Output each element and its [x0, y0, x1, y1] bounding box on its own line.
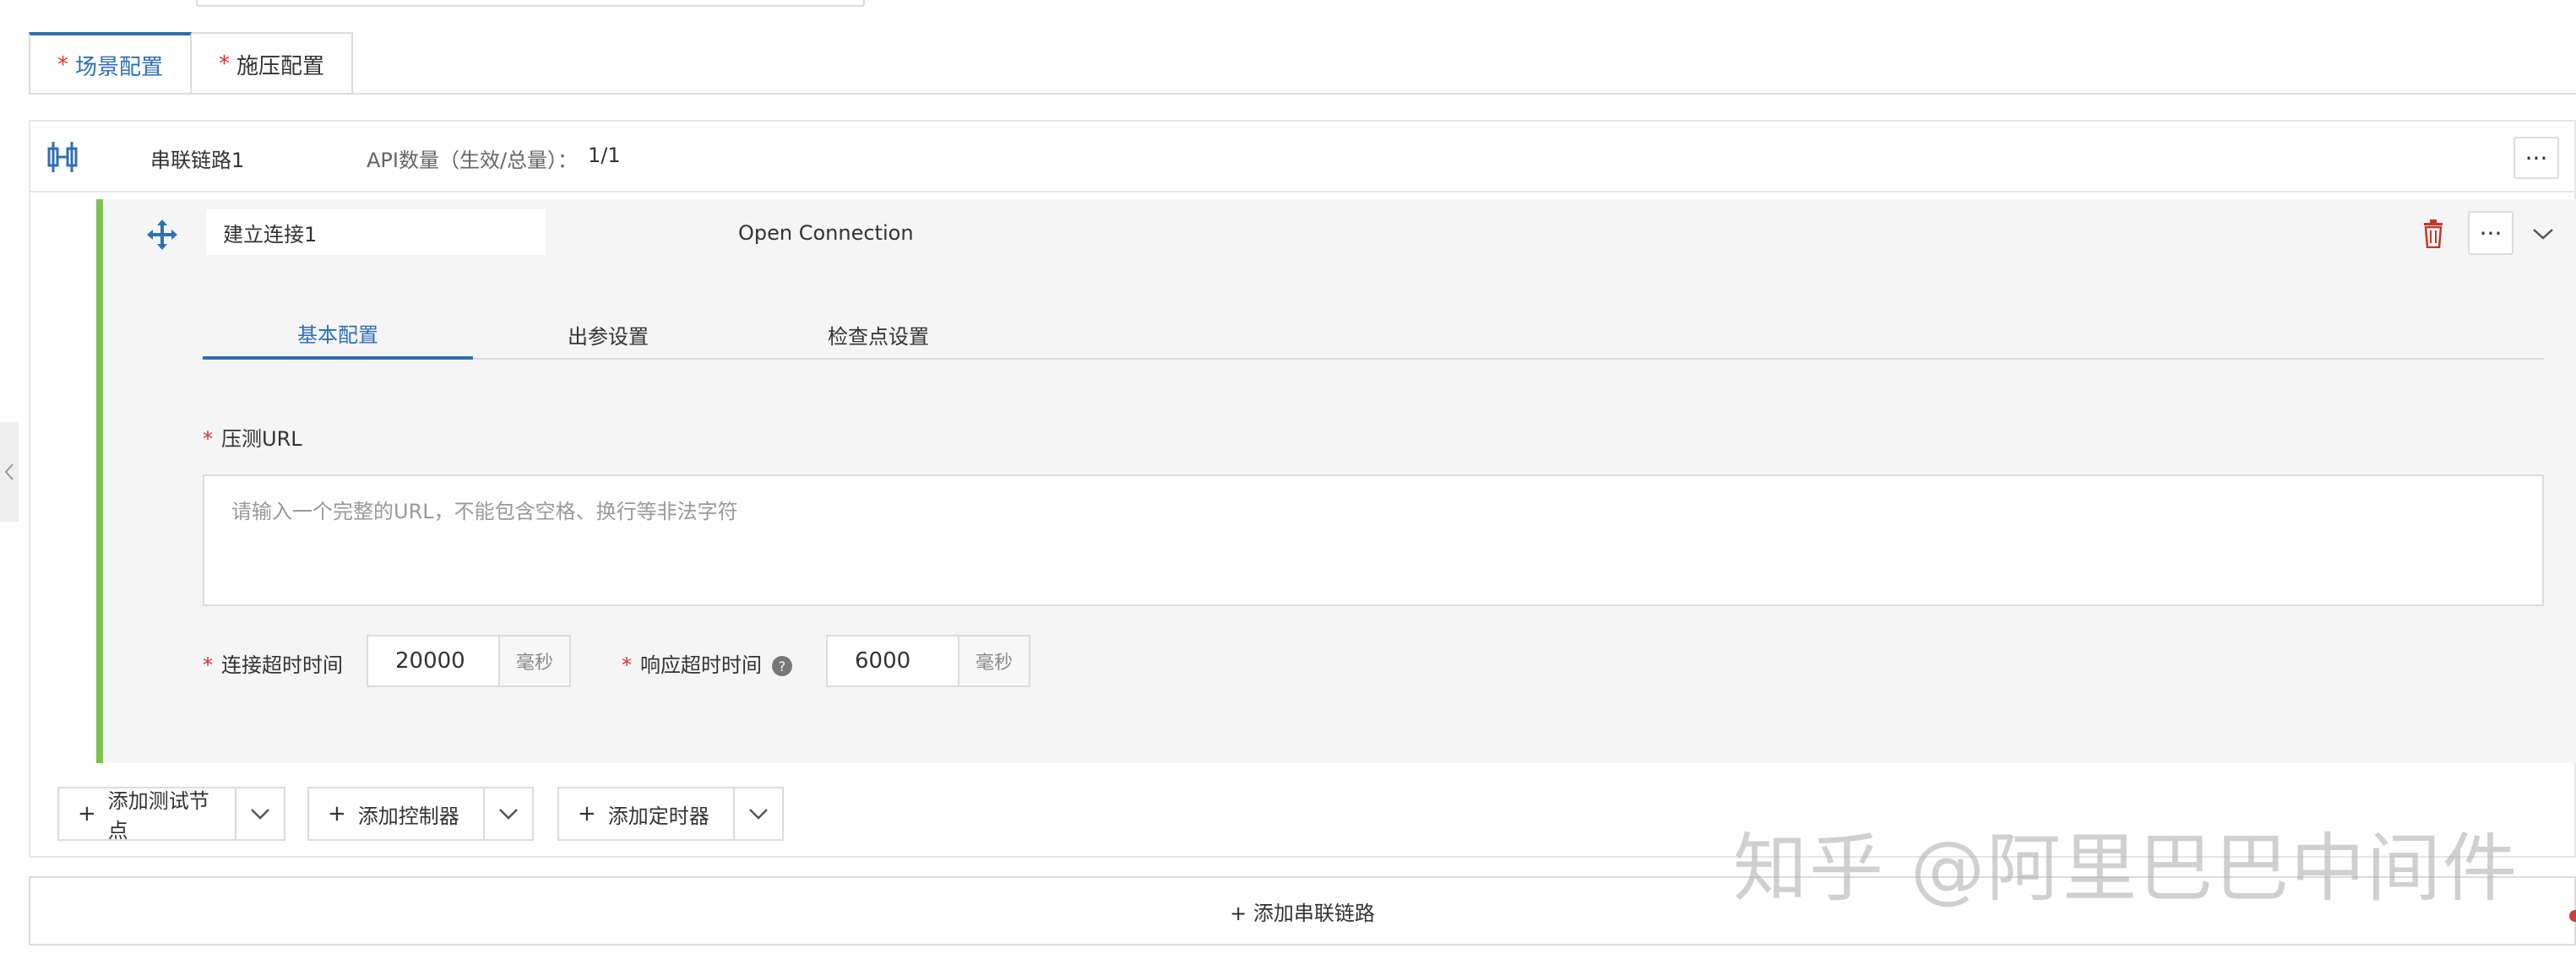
tab-label: 场景配置	[75, 54, 164, 80]
chevron-down-icon	[251, 809, 269, 820]
url-box	[203, 474, 2544, 606]
required-mark: *	[219, 51, 231, 77]
response-timeout-field: 6000 毫秒	[826, 635, 1030, 687]
add-timer-dropdown[interactable]	[733, 788, 782, 839]
response-timeout-label-text: 响应超时时间	[640, 653, 762, 677]
top-input-field[interactable]	[196, 0, 865, 7]
subtab-output-params[interactable]: 出参设置	[473, 309, 743, 360]
add-controller-label: 添加控制器	[357, 804, 459, 828]
response-timeout-unit: 毫秒	[959, 635, 1030, 687]
watermark: 知乎 @阿里巴巴中间件	[1733, 825, 2519, 912]
url-input[interactable]	[204, 476, 2542, 604]
trash-icon[interactable]	[2421, 219, 2446, 248]
plus-icon: +	[578, 801, 596, 826]
subtab-checkpoint[interactable]: 检查点设置	[743, 309, 1014, 360]
url-label-text: 压测URL	[221, 427, 302, 451]
chain-link-icon	[47, 142, 78, 172]
required-mark: *	[203, 653, 213, 677]
response-timeout-input[interactable]: 6000	[826, 635, 959, 687]
add-timer-button[interactable]: + 添加定时器	[559, 788, 733, 839]
tabs-divider	[29, 93, 2576, 95]
connect-timeout-field: 20000 毫秒	[367, 635, 571, 687]
tab-label: 施压配置	[236, 53, 325, 79]
chevron-left-icon	[4, 463, 14, 480]
required-mark: *	[57, 52, 68, 78]
tab-scene-config[interactable]: * 场景配置	[29, 32, 193, 95]
chain-more-button[interactable]: ···	[2514, 137, 2559, 179]
add-controller-button[interactable]: + 添加控制器	[309, 788, 483, 839]
node-more-button[interactable]: ···	[2468, 211, 2514, 255]
scene-config-page: * 场景配置 * 施压配置 串联链路1 API数量（生效/总量）： 1/1 ··…	[0, 0, 2576, 959]
more-icon: ···	[2479, 219, 2503, 247]
add-test-node-group: + 添加测试节点	[57, 787, 285, 843]
add-controller-group: + 添加控制器	[307, 787, 534, 841]
add-timer-group: + 添加定时器	[557, 787, 784, 841]
chain-header: 串联链路1 API数量（生效/总量）： 1/1 ···	[30, 122, 2574, 192]
add-test-node-dropdown[interactable]	[235, 788, 284, 839]
chain-title: 串联链路1	[150, 149, 245, 172]
add-timer-label: 添加定时器	[607, 804, 709, 828]
chevron-down-icon	[749, 809, 768, 820]
node-name-input[interactable]	[206, 209, 546, 255]
subtab-basic-config[interactable]: 基本配置	[203, 309, 473, 360]
connect-timeout-unit: 毫秒	[500, 635, 571, 687]
add-test-node-button[interactable]: + 添加测试节点	[59, 788, 235, 843]
required-mark: *	[622, 653, 632, 677]
add-test-node-label: 添加测试节点	[107, 789, 209, 843]
node-subtabs: 基本配置 出参设置 检查点设置	[203, 309, 2544, 360]
plus-icon: +	[328, 801, 346, 826]
more-icon: ···	[2524, 144, 2548, 172]
config-tabs: * 场景配置 * 施压配置	[29, 32, 354, 95]
connect-timeout-label: * 连接超时时间	[203, 648, 343, 678]
node-card: Open Connection ··· 基本配置 出参设置 检查点设置 *压测U	[96, 199, 2576, 763]
chevron-down-icon	[499, 809, 518, 820]
required-mark: *	[203, 427, 213, 451]
sidebar-collapse-handle[interactable]	[0, 422, 19, 522]
plus-icon: +	[78, 801, 96, 826]
chain-card: 串联链路1 API数量（生效/总量）： 1/1 ··· Open Connect…	[29, 120, 2576, 858]
api-count-label: API数量（生效/总量）：	[367, 149, 579, 172]
help-icon[interactable]: ?	[772, 656, 792, 676]
node-type-label: Open Connection	[738, 221, 914, 245]
status-dot	[2569, 910, 2576, 922]
tab-pressure-config[interactable]: * 施压配置	[192, 32, 354, 95]
url-label: * 压测URL	[203, 422, 302, 452]
drag-move-icon[interactable]	[145, 218, 179, 252]
api-count-value: 1/1	[588, 144, 621, 167]
response-timeout-label: * 响应超时时间?	[622, 648, 792, 678]
connect-timeout-label-text: 连接超时时间	[221, 653, 343, 677]
chevron-down-icon[interactable]	[2530, 221, 2556, 247]
connect-timeout-input[interactable]: 20000	[367, 635, 500, 687]
add-controller-dropdown[interactable]	[483, 788, 532, 839]
